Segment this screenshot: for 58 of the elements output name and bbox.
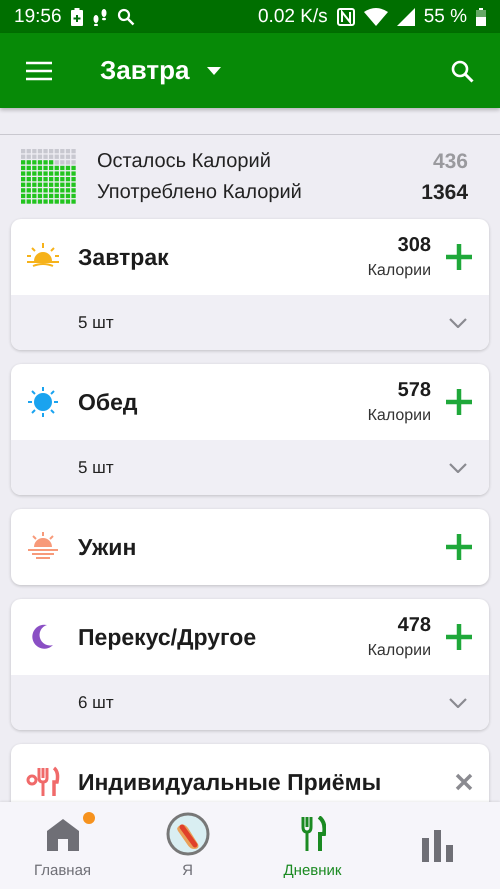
calorie-value: 478: [398, 614, 431, 637]
nav-tab[interactable]: Я: [125, 802, 250, 889]
battery-percent: 55 %: [424, 6, 467, 28]
bar-chart-icon: [422, 830, 454, 862]
wifi-icon: [364, 8, 388, 26]
meal-title: Ужин: [78, 534, 138, 560]
plus-icon: [445, 623, 473, 651]
add-food-button[interactable]: [445, 388, 473, 416]
menu-button[interactable]: [26, 60, 52, 80]
nfc-icon: [336, 8, 355, 26]
plus-icon: [445, 388, 473, 416]
item-count-row[interactable]: 5 шт: [11, 440, 489, 495]
calorie-unit: Калории: [368, 642, 431, 660]
nav-tab[interactable]: Главная: [0, 802, 125, 889]
add-food-button[interactable]: [445, 623, 473, 651]
calorie-unit: Калории: [368, 262, 431, 280]
item-count-row[interactable]: 5 шт: [11, 295, 489, 350]
plus-icon: [445, 533, 473, 561]
battery-icon: [476, 8, 486, 26]
meal-title: Обед: [78, 388, 138, 416]
sun-icon: [25, 386, 61, 418]
calorie-unit: Калории: [368, 407, 431, 425]
fork-knife-icon: [300, 816, 326, 852]
chevron-down-icon: [449, 698, 467, 708]
item-count: 5 шт: [78, 458, 114, 478]
network-speed: 0.02 K/s: [258, 6, 328, 28]
remaining-label: Осталось Калорий: [97, 150, 271, 174]
meal-title: Завтрак: [78, 244, 170, 270]
close-icon: [455, 773, 473, 791]
add-food-button[interactable]: [445, 243, 473, 271]
calorie-value: 578: [398, 379, 431, 402]
add-food-button[interactable]: [445, 533, 473, 561]
meal-title: Перекус/Другое: [78, 624, 258, 650]
cutlery-gear-icon: [25, 766, 61, 798]
close-button[interactable]: [455, 773, 473, 791]
chevron-down-icon: [449, 462, 467, 472]
search-icon: [450, 58, 474, 82]
footprints-icon: [92, 8, 108, 26]
consumed-value: 1364: [421, 180, 468, 204]
battery-plus-icon: [70, 8, 83, 26]
item-count: 6 шт: [78, 692, 114, 712]
menu-icon: [26, 60, 52, 80]
item-count: 5 шт: [78, 312, 114, 332]
chevron-down-icon: [449, 318, 467, 328]
dropdown-caret-icon: [207, 66, 222, 74]
consumed-label: Употреблено Калорий: [97, 180, 302, 204]
remaining-value: 436: [432, 150, 468, 174]
nav-tab[interactable]: Дневник: [250, 802, 375, 889]
meal-title: Индивидуальные Приёмы: [78, 768, 382, 796]
item-count-row[interactable]: 6 шт: [11, 675, 489, 730]
home-icon: [44, 817, 80, 851]
calorie-value: 308: [398, 234, 431, 257]
clock: 19:56: [14, 6, 62, 28]
hot-dog-avatar-icon: [166, 812, 210, 856]
plus-icon: [445, 243, 473, 271]
signal-icon: [396, 8, 415, 26]
date-dropdown[interactable]: Завтра: [100, 55, 222, 86]
search-icon: [116, 8, 135, 26]
